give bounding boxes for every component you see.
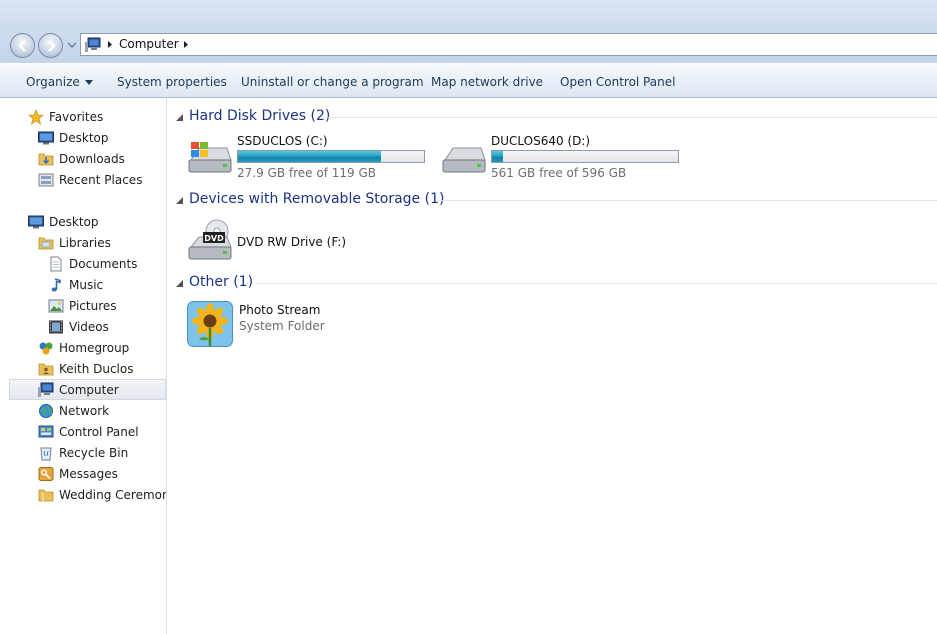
drive-usage-fill [492, 151, 504, 162]
network-icon [39, 404, 53, 418]
homegroup-icon [39, 342, 53, 355]
group-title: Hard Disk Drives (2) [189, 108, 331, 124]
control-panel-icon [38, 425, 54, 438]
content-pane[interactable]: Hard Disk Drives (2) SSDUCLOS (C:) 27.9 … [168, 98, 937, 634]
map-network-drive-button[interactable]: Map network drive [431, 75, 543, 89]
nav-label: Desktop [49, 215, 99, 229]
group-divider [328, 117, 937, 118]
photo-stream-tile[interactable]: Photo Stream System Folder [187, 301, 387, 349]
group-header-other[interactable]: Other (1) [168, 273, 937, 293]
recycle-bin-icon [40, 447, 52, 461]
nav-label: Favorites [49, 110, 104, 124]
nav-label: Downloads [59, 152, 125, 166]
command-bar: Organize System properties Uninstall or … [0, 63, 937, 98]
system-properties-button[interactable]: System properties [117, 75, 227, 89]
nav-label: Keith Duclos [59, 362, 134, 376]
photo-stream-sunflower-icon [187, 301, 233, 347]
desktop-icon [28, 215, 44, 229]
folder-icon [38, 153, 54, 166]
address-bar[interactable]: Computer [80, 33, 937, 56]
back-button[interactable] [10, 33, 35, 58]
breadcrumb-separator-icon[interactable] [182, 40, 190, 49]
desktop-icon [38, 131, 54, 145]
breadcrumb-separator-icon[interactable] [106, 40, 114, 49]
nav-label: Desktop [59, 131, 109, 145]
item-name: Photo Stream [239, 303, 321, 317]
navigation-pane[interactable]: Favorites Desktop Downloads Recent Place… [0, 98, 167, 634]
group-title: Devices with Removable Storage (1) [189, 191, 445, 207]
collapse-triangle-icon[interactable] [176, 114, 183, 121]
nav-label: Computer [59, 383, 119, 397]
drive-free-space: 561 GB free of 596 GB [491, 166, 627, 180]
nav-label: Documents [69, 257, 138, 271]
nav-label: Control Panel [59, 425, 139, 439]
nav-label: Libraries [59, 236, 111, 250]
computer-icon [38, 382, 54, 397]
item-type: System Folder [239, 319, 325, 333]
drive-usage-fill [238, 151, 382, 162]
device-name: DVD RW Drive (F:) [237, 235, 347, 249]
music-icon [51, 278, 61, 292]
uninstall-program-button[interactable]: Uninstall or change a program [241, 75, 424, 89]
nav-label: Recycle Bin [59, 446, 129, 460]
organize-button[interactable]: Organize [26, 75, 93, 89]
group-header-removable-storage[interactable]: Devices with Removable Storage (1) [168, 190, 937, 210]
folder-icon [38, 489, 54, 502]
libraries-icon [38, 237, 54, 250]
messages-icon [38, 467, 54, 481]
collapse-triangle-icon[interactable] [176, 280, 183, 287]
group-title: Other (1) [189, 274, 254, 290]
nav-label: Videos [69, 320, 109, 334]
nav-label: Pictures [69, 299, 117, 313]
dvd-drive-tile[interactable]: DVD DVD RW Drive (F:) [185, 217, 385, 265]
collapse-triangle-icon[interactable] [176, 197, 183, 204]
recent-pages-chevron-icon[interactable] [67, 40, 77, 50]
recent-places-icon [38, 173, 54, 187]
dvd-drive-icon: DVD [188, 219, 232, 260]
group-divider [256, 283, 937, 284]
forward-button[interactable] [38, 33, 63, 58]
computer-icon [85, 37, 101, 52]
chevron-down-icon [84, 80, 93, 85]
drive-free-space: 27.9 GB free of 119 GB [237, 166, 376, 180]
organize-label: Organize [26, 75, 80, 89]
navigation-bar: Computer [0, 0, 937, 63]
nav-label: Messages [59, 467, 118, 481]
drive-name: SSDUCLOS (C:) [237, 134, 328, 148]
breadcrumb-computer[interactable]: Computer [119, 37, 179, 51]
arrow-right-icon [48, 40, 56, 52]
open-control-panel-button[interactable]: Open Control Panel [560, 75, 675, 89]
document-icon [50, 256, 62, 272]
drive-usage-bar [491, 150, 679, 163]
pictures-icon [48, 299, 64, 313]
videos-icon [49, 320, 63, 334]
nav-label: Recent Places [59, 173, 143, 187]
nav-label: Network [59, 404, 110, 418]
hard-drive-windows-icon [188, 142, 232, 173]
drive-name: DUCLOS640 (D:) [491, 134, 591, 148]
nav-label: Homegroup [59, 341, 130, 355]
group-header-hard-disk-drives[interactable]: Hard Disk Drives (2) [168, 107, 937, 127]
dvd-badge: DVD [204, 234, 224, 243]
nav-label: Wedding Ceremonie [59, 488, 166, 502]
group-divider [436, 200, 937, 201]
user-folder-icon [38, 363, 54, 376]
nav-label: Music [69, 278, 104, 292]
drive-c-tile[interactable]: SSDUCLOS (C:) 27.9 GB free of 119 GB [185, 134, 430, 182]
arrow-left-icon [18, 40, 26, 52]
drive-usage-bar [237, 150, 425, 163]
drive-d-tile[interactable]: DUCLOS640 (D:) 561 GB free of 596 GB [439, 134, 684, 182]
star-icon [28, 109, 44, 125]
hard-drive-icon [442, 147, 486, 173]
